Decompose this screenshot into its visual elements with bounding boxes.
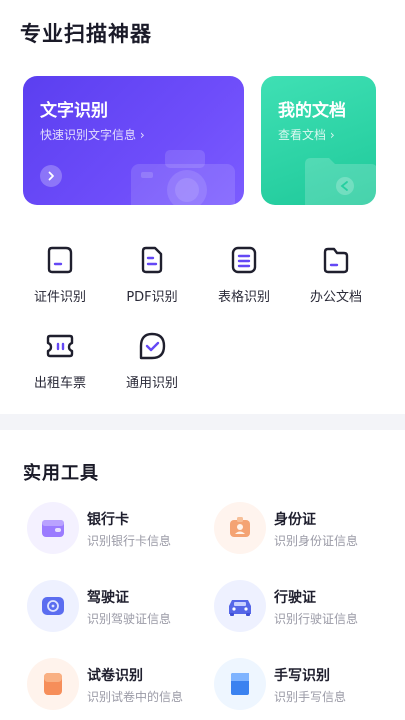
tool-icon-bg [27,502,79,554]
tool-icon-bg [214,502,266,554]
feature-label: 表格识别 [217,290,270,305]
tool-name: 行驶证 [274,590,316,606]
tool-desc: 识别行驶证信息 [274,612,359,626]
tool-vehicle-license[interactable]: 行驶证 识别行驶证信息 [214,580,404,636]
id-badge-icon [230,517,250,537]
ticket-icon [46,334,74,358]
tool-desc: 识别身份证信息 [274,534,359,548]
tool-desc: 识别驾驶证信息 [87,612,172,626]
steering-wheel-icon [42,597,64,615]
feature-label: 通用识别 [125,376,178,391]
feature-label: 出租车票 [33,376,86,391]
tool-icon-bg [27,658,79,710]
car-icon [229,600,251,616]
my-docs-title: 我的文档 [278,101,346,121]
tool-exam-paper[interactable]: 试卷识别 识别试卷中的信息 [27,658,217,714]
check-chat-icon [139,332,166,360]
section-divider [0,414,405,430]
tool-name: 驾驶证 [87,590,129,606]
tool-icon-bg [214,658,266,710]
feature-label: 办公文档 [309,290,362,305]
tool-icon-bg [214,580,266,632]
feature-office-doc[interactable]: 办公文档 [296,244,376,305]
feature-general[interactable]: 通用识别 [112,330,192,391]
feature-pdf[interactable]: PDF识别 [112,244,192,305]
folder-icon [323,247,349,274]
wallet-icon [42,520,64,537]
tool-desc: 识别银行卡信息 [87,534,172,548]
text-recognition-title: 文字识别 [40,101,108,121]
pdf-doc-icon [141,246,163,274]
feature-table[interactable]: 表格识别 [204,244,284,305]
paper-icon [44,673,62,695]
feature-label: PDF识别 [126,290,178,305]
tool-name: 银行卡 [87,512,129,528]
my-docs-card[interactable]: 我的文档 查看文档 › [261,76,376,205]
tool-name: 试卷识别 [87,668,143,684]
page-title: 专业扫描神器 [20,22,152,46]
folder-illustration-icon [305,158,376,205]
feature-id-card[interactable]: 证件识别 [20,244,100,305]
handwriting-icon [231,673,249,695]
my-docs-subtitle: 查看文档 › [278,128,335,142]
tool-icon-bg [27,580,79,632]
tool-desc: 识别试卷中的信息 [87,690,184,704]
chevron-right-icon[interactable] [40,165,62,187]
tool-id-card[interactable]: 身份证 识别身份证信息 [214,502,404,558]
text-recognition-card[interactable]: 文字识别 快速识别文字信息 › [23,76,244,205]
camera-icon [131,150,235,205]
text-recognition-subtitle: 快速识别文字信息 › [40,128,145,142]
tool-desc: 识别手写信息 [274,690,347,704]
feature-label: 证件识别 [33,290,86,305]
tool-name: 手写识别 [274,668,330,684]
tool-handwriting[interactable]: 手写识别 识别手写信息 [214,658,404,714]
id-card-icon [47,246,73,274]
tool-driver-license[interactable]: 驾驶证 识别驾驶证信息 [27,580,217,636]
tool-bank-card[interactable]: 银行卡 识别银行卡信息 [27,502,217,558]
table-icon [231,246,257,274]
tool-name: 身份证 [274,512,316,528]
tools-section-title: 实用工具 [23,463,99,484]
feature-taxi-ticket[interactable]: 出租车票 [20,330,100,391]
